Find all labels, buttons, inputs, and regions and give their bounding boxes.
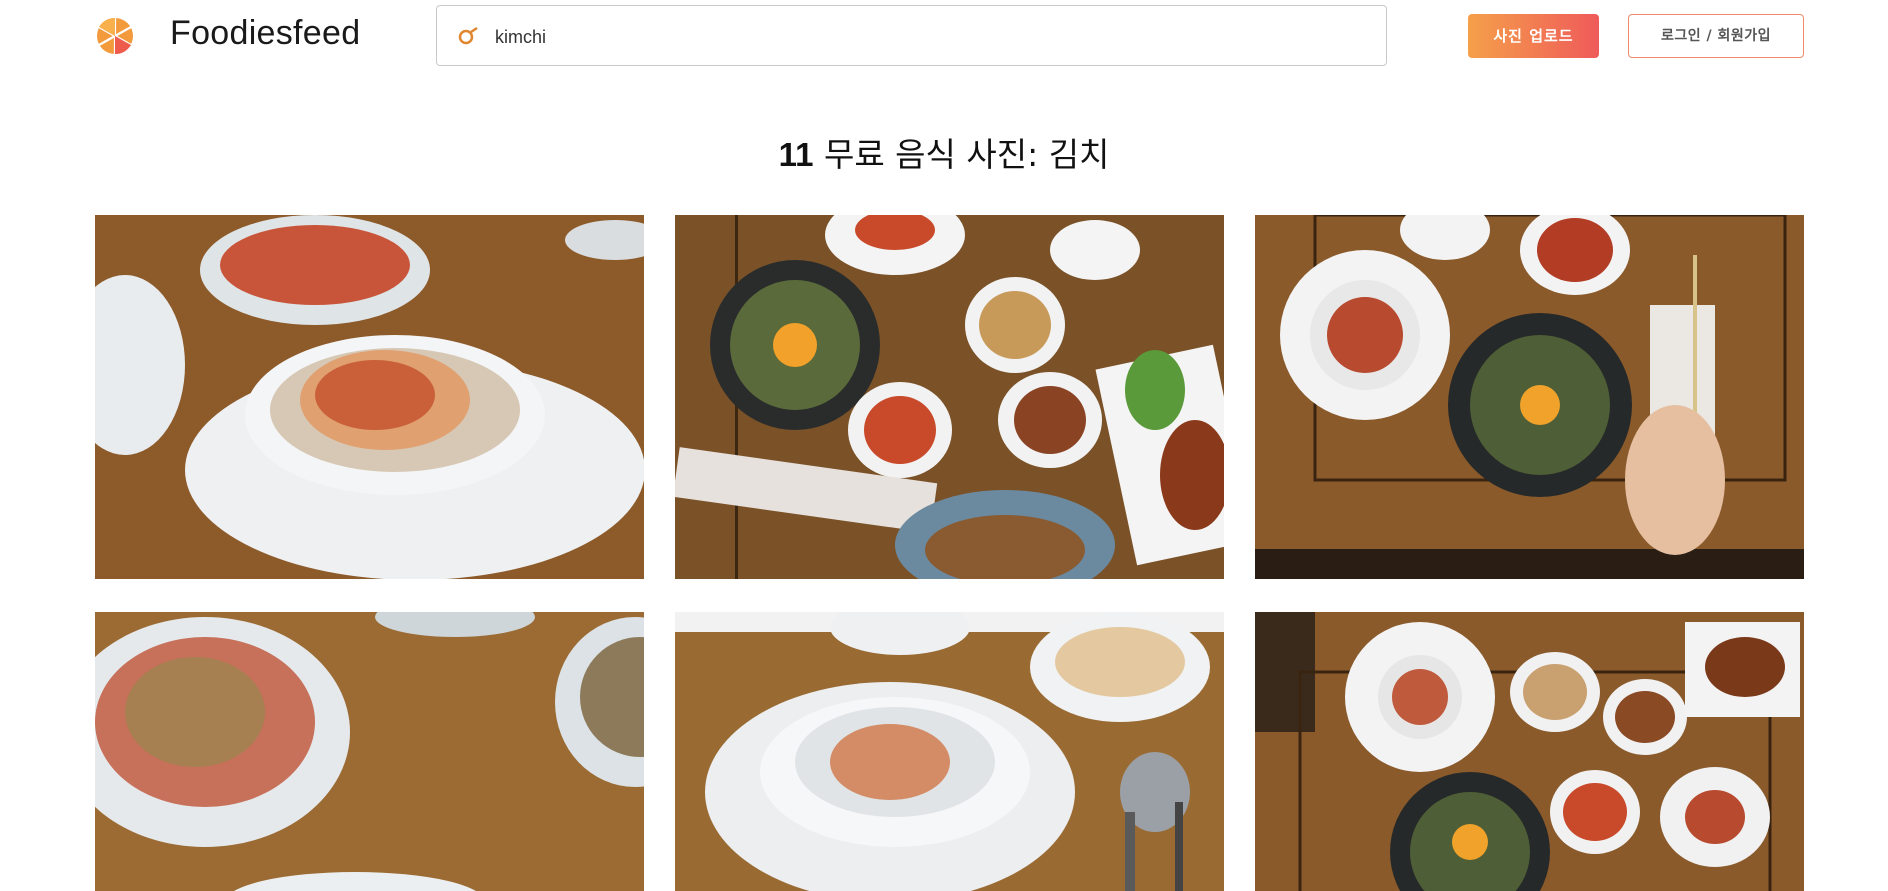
upload-photo-button[interactable]: 사진 업로드 [1468,14,1599,58]
photo-stacked-bowls-image [675,612,1224,891]
photo-blurred-bowls-image [95,612,644,891]
photo-tile[interactable] [95,612,644,891]
results-heading-text: 무료 음식 사진: 김치 [823,135,1110,174]
photo-tile[interactable] [1255,612,1804,891]
photo-tile[interactable] [675,612,1224,891]
results-count: 11 [778,136,814,173]
login-signup-button[interactable]: 로그인 / 회원가입 [1628,14,1804,58]
brand-name[interactable]: Foodiesfeed [170,14,360,53]
photo-bibimbap-topview-image [1255,215,1804,579]
photo-bibimbap-spread-image [675,215,1224,579]
photo-tile[interactable] [1255,215,1804,579]
search-bar[interactable]: kimchi [436,5,1387,66]
foodiesfeed-logo-icon[interactable] [96,17,134,55]
photo-tile[interactable] [675,215,1224,579]
results-heading: 11 무료 음식 사진: 김치 [0,128,1888,176]
photo-kimchi-bowl-image [95,215,644,579]
search-icon [458,26,478,45]
search-input[interactable]: kimchi [495,27,546,48]
top-header: Foodiesfeed kimchi 사진 업로드 로그인 / 회원가입 [0,0,1888,72]
photo-korean-table-image [1255,612,1804,891]
photo-tile[interactable] [95,215,644,579]
